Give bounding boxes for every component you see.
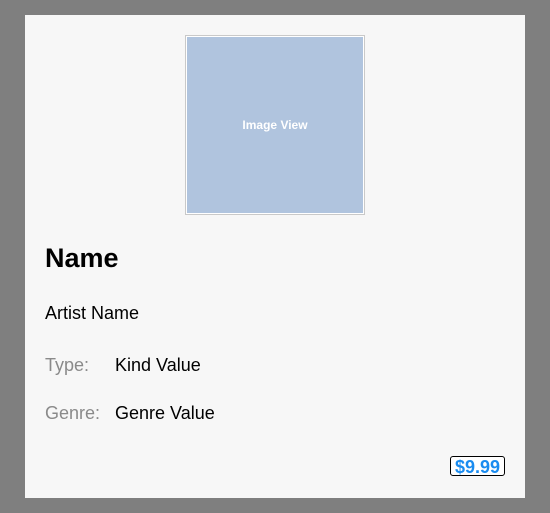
type-label: Type: <box>45 355 90 375</box>
type-value: Kind Value <box>115 355 201 375</box>
genre-value: Genre Value <box>115 403 215 423</box>
artwork-image-view: Image View <box>185 35 365 215</box>
item-name-title: Name <box>45 243 119 273</box>
detail-panel: Image View Name Artist Name Type: Kind Va… <box>25 15 525 498</box>
type-row: Type: Kind Value <box>45 355 201 376</box>
genre-row: Genre: Genre Value <box>45 403 215 424</box>
price-button[interactable]: $9.99 <box>449 456 505 477</box>
artist-name-label: Artist Name <box>45 303 140 323</box>
genre-label: Genre: <box>45 403 101 423</box>
image-view-placeholder-label: Image View <box>242 118 308 132</box>
